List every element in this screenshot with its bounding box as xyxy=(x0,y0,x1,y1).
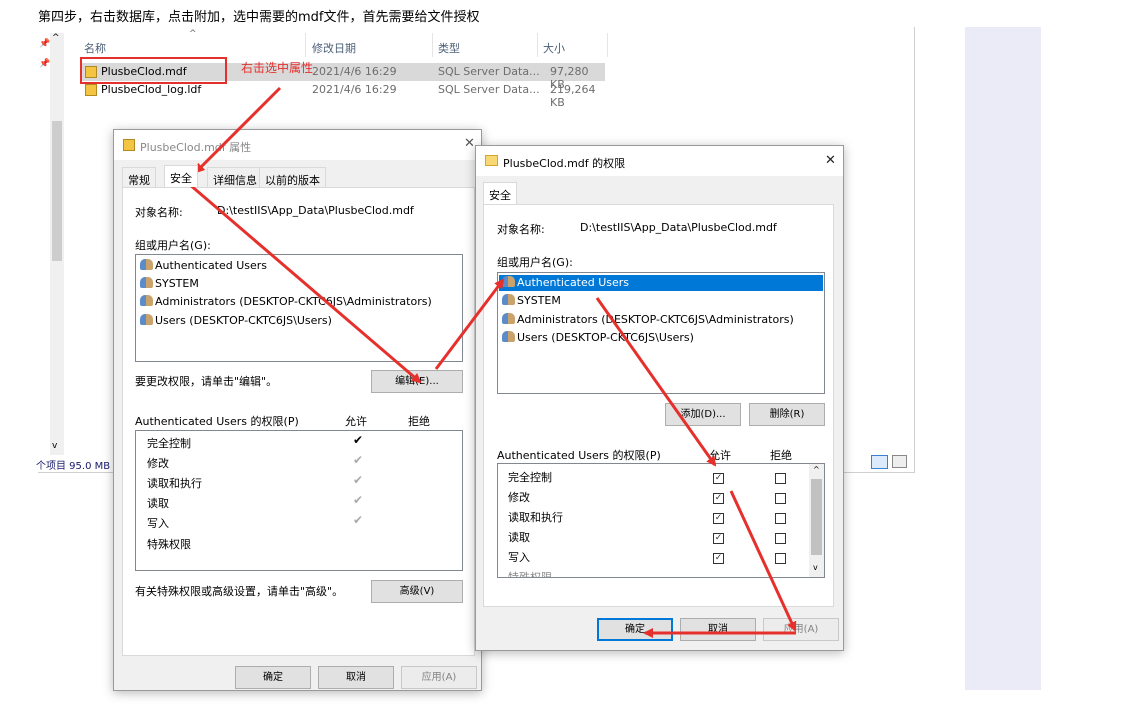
annotation-arrows xyxy=(181,86,797,638)
arrow-to-security-tab xyxy=(194,86,282,174)
arrow-to-full-control xyxy=(595,297,717,467)
tab-security[interactable]: 安全 xyxy=(483,182,517,204)
arrow-to-edit-button xyxy=(181,176,422,384)
tab-security[interactable]: 安全 xyxy=(164,165,198,187)
arrow-to-user-list xyxy=(434,278,505,370)
arrow-to-apply xyxy=(729,490,797,632)
